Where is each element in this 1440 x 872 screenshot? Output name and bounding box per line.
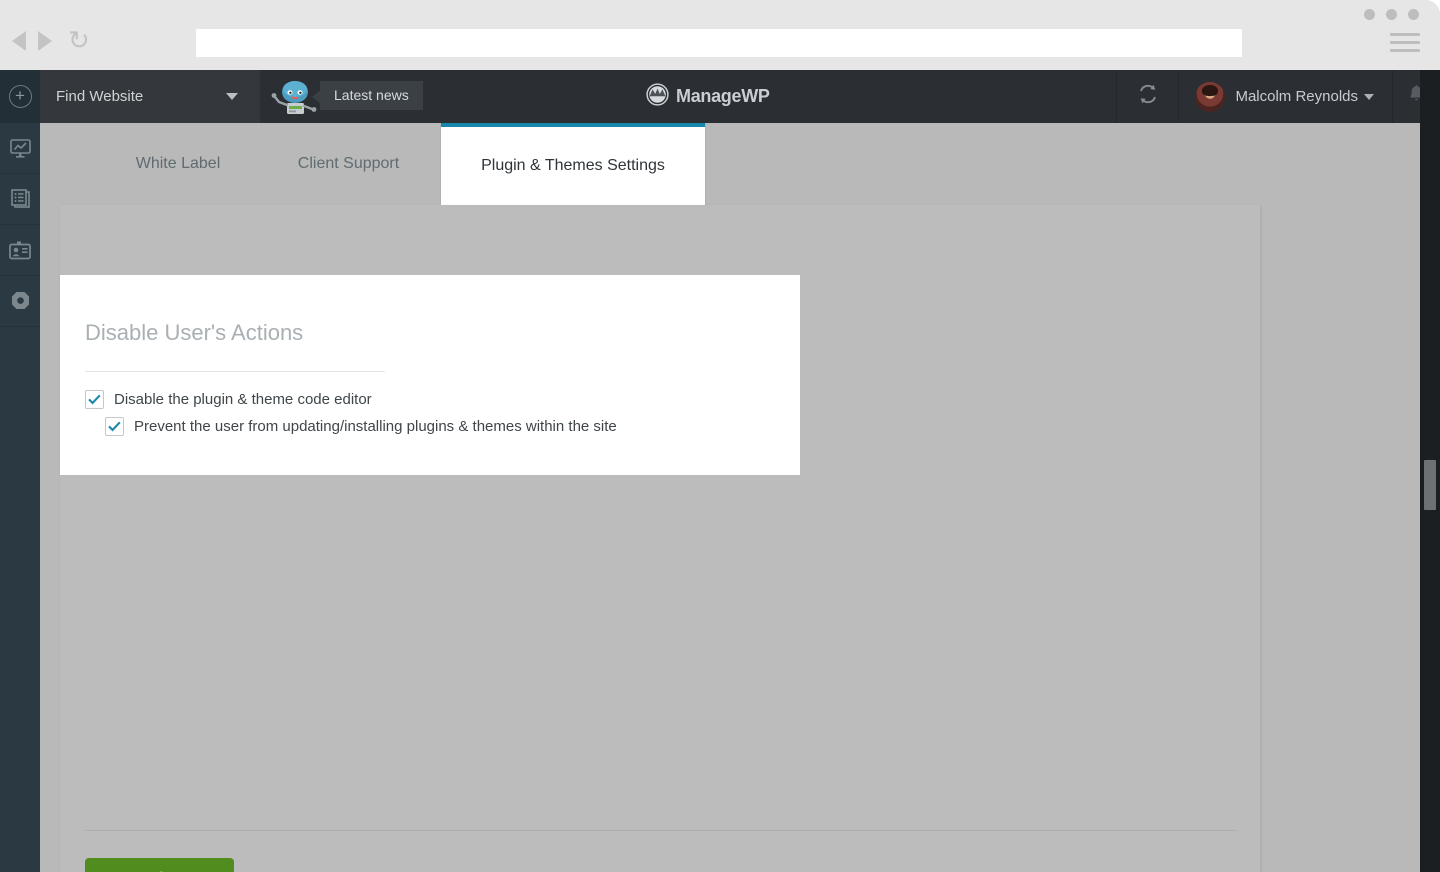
browser-nav-controls: ↻ <box>12 28 90 54</box>
managewp-logo[interactable]: ManageWP <box>646 70 770 123</box>
settings-tabs: White Label Client Support Plugin & Them… <box>40 123 1440 205</box>
hamburger-line <box>1390 49 1420 52</box>
check-icon <box>108 421 121 432</box>
save-button[interactable]: Save Changes <box>85 858 234 872</box>
footer-divider <box>85 830 1237 831</box>
checkbox-box[interactable] <box>105 417 124 436</box>
content-panel: Disable User's Actions Disable the plugi… <box>60 205 1260 872</box>
gear-icon <box>10 291 31 312</box>
reload-icon[interactable]: ↻ <box>68 28 90 54</box>
topbar-right-actions: Malcolm Reynolds <box>1116 70 1440 123</box>
documents-icon <box>10 189 31 209</box>
chevron-down-icon <box>226 93 238 100</box>
sidebar-item-clients[interactable] <box>0 225 40 276</box>
chevron-down-icon <box>1364 93 1374 100</box>
refresh-button[interactable] <box>1116 70 1178 123</box>
topbar: Find Website Latest news ManageWP Malcol… <box>40 70 1440 123</box>
find-website-dropdown[interactable]: Find Website <box>40 70 260 123</box>
checkbox-label: Disable the plugin & theme code editor <box>114 391 372 408</box>
window-dot-3[interactable] <box>1408 9 1419 20</box>
check-icon <box>88 394 101 405</box>
sidebar-rail: + <box>0 70 40 872</box>
brand-name: ManageWP <box>676 86 770 106</box>
window-dot-2[interactable] <box>1386 9 1397 20</box>
hamburger-line <box>1390 41 1420 44</box>
find-website-label: Find Website <box>56 88 144 105</box>
tab-white-label[interactable]: White Label <box>100 123 256 205</box>
hamburger-line <box>1390 33 1420 36</box>
hamburger-menu-icon[interactable] <box>1390 33 1420 52</box>
tab-plugin-themes-settings[interactable]: Plugin & Themes Settings <box>441 123 705 205</box>
plus-circle-icon[interactable]: + <box>8 84 32 108</box>
id-badge-icon <box>9 241 31 260</box>
checkbox-label: Prevent the user from updating/installin… <box>134 418 617 435</box>
app-shell: + Find Website Latest news ManageWP Malc… <box>0 70 1440 872</box>
checkbox-box[interactable] <box>85 390 104 409</box>
vertical-scrollbar[interactable] <box>1420 70 1440 872</box>
window-dot-1[interactable] <box>1364 9 1375 20</box>
checkbox-prevent-updating-installing[interactable]: Prevent the user from updating/installin… <box>105 417 617 436</box>
title-divider <box>85 371 385 372</box>
sidebar-add-website-button[interactable]: + <box>0 70 40 123</box>
browser-chrome: ↻ <box>0 0 1440 70</box>
scrollbar-thumb[interactable] <box>1424 460 1436 510</box>
latest-news-zone[interactable]: Latest news <box>260 70 423 123</box>
user-menu[interactable]: Malcolm Reynolds <box>1178 70 1392 123</box>
tab-label: Plugin & Themes Settings <box>481 157 665 174</box>
disable-user-actions-card: Disable User's Actions Disable the plugi… <box>60 275 800 475</box>
sidebar-item-dashboard[interactable] <box>0 123 40 174</box>
tab-label: White Label <box>135 155 221 172</box>
user-name: Malcolm Reynolds <box>1235 88 1358 105</box>
sidebar-item-reports[interactable] <box>0 174 40 225</box>
tab-client-support[interactable]: Client Support <box>256 123 441 205</box>
page-title: Disable User's Actions <box>85 320 304 345</box>
checkbox-disable-code-editor[interactable]: Disable the plugin & theme code editor <box>85 390 372 409</box>
tab-label: Client Support <box>297 155 400 172</box>
monitor-chart-icon <box>9 138 31 158</box>
url-input[interactable] <box>196 29 1242 57</box>
avatar <box>1195 81 1226 112</box>
forward-arrow-icon[interactable] <box>38 31 52 51</box>
latest-news-tooltip[interactable]: Latest news <box>312 81 423 110</box>
back-arrow-icon[interactable] <box>12 31 26 51</box>
managewp-logo-icon <box>646 82 669 111</box>
window-controls[interactable] <box>1364 9 1419 20</box>
refresh-icon <box>1137 83 1159 110</box>
sidebar-item-settings[interactable] <box>0 276 40 327</box>
